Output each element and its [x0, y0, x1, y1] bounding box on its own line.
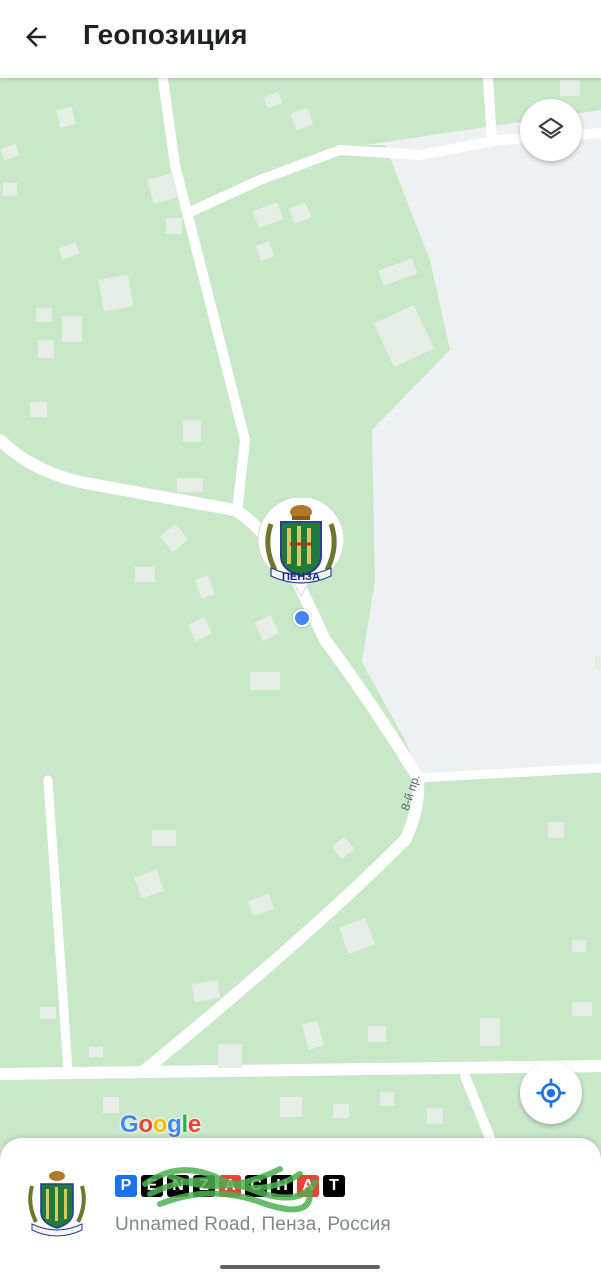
google-watermark: Google — [120, 1111, 201, 1138]
back-button[interactable] — [14, 15, 58, 59]
place-address: Unnamed Road, Пенза, Россия — [115, 1214, 391, 1235]
coat-of-arms-icon: ПЕНЗА — [257, 496, 345, 597]
place-info-sheet[interactable]: P E N Z A C H A T Unnamed Road, Пенза, Р… — [0, 1138, 601, 1280]
layers-icon — [538, 117, 564, 139]
page-title: Геопозиция — [83, 19, 248, 50]
name-tile-9: T — [323, 1175, 345, 1197]
current-location-dot — [293, 609, 311, 627]
road-north-right — [483, 78, 497, 145]
road-south — [0, 1060, 601, 1080]
map-layers-button[interactable] — [520, 99, 582, 161]
redaction-scribble — [142, 1166, 318, 1213]
map-view[interactable] — [0, 78, 601, 1280]
marker-label: ПЕНЗА — [282, 571, 320, 583]
app-header: Геопозиция — [0, 0, 601, 78]
home-indicator[interactable] — [220, 1265, 380, 1269]
map-canvas — [0, 78, 601, 1280]
my-location-icon — [536, 1078, 566, 1108]
my-location-button[interactable] — [520, 1062, 582, 1124]
name-tile-1: P — [115, 1175, 137, 1197]
place-avatar — [24, 1168, 90, 1238]
location-pin-marker[interactable]: ПЕНЗА — [257, 496, 345, 598]
geolocation-screen: Геопозиция 8-й пр. ПЕНЗА Google P E N Z … — [0, 0, 601, 1280]
coat-of-arms-icon — [28, 1171, 86, 1237]
arrow-back-icon — [26, 27, 46, 47]
